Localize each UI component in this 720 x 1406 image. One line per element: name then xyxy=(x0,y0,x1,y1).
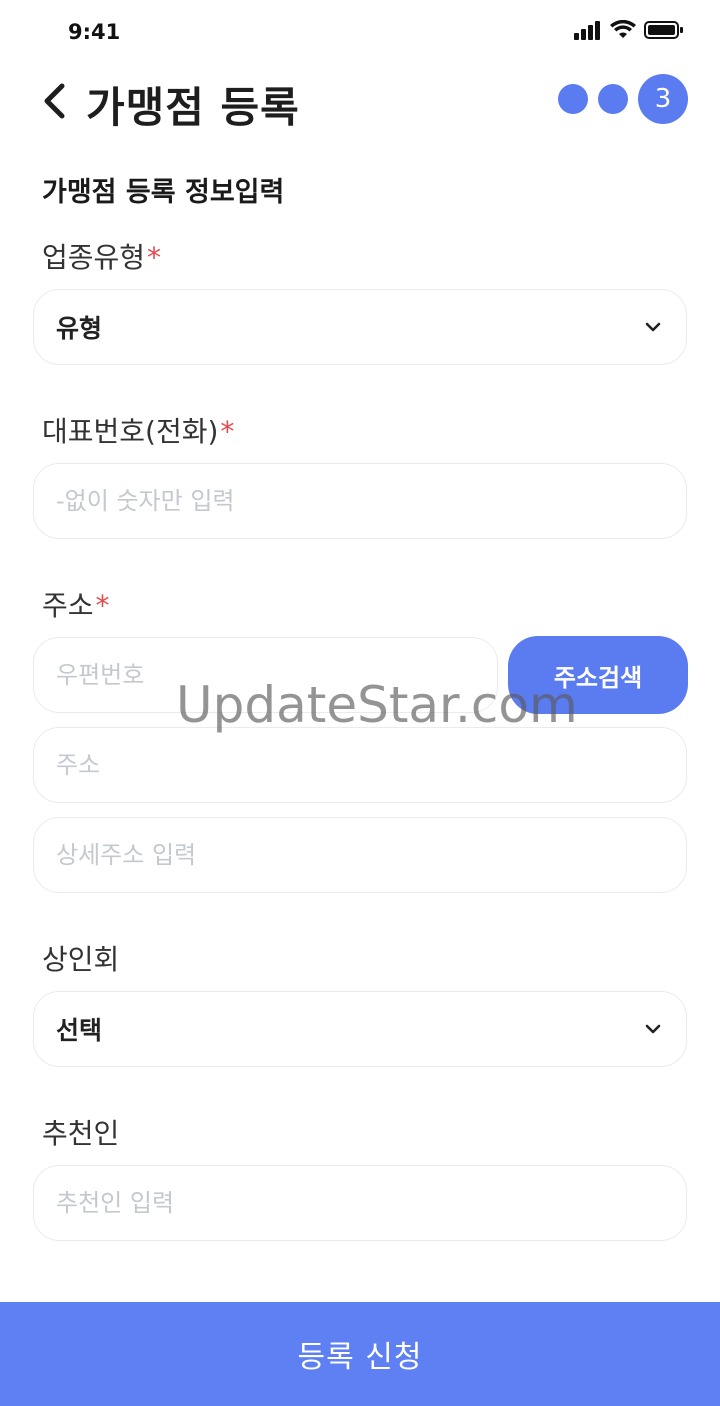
recommender-field[interactable] xyxy=(33,1165,687,1241)
business-type-label: 업종유형* xyxy=(42,236,161,276)
merchant-assoc-label: 상인회 xyxy=(42,943,120,976)
merchant-assoc-select[interactable]: 선택 xyxy=(33,991,687,1067)
step-current: 3 xyxy=(638,74,688,124)
page-title: 가맹점 등록 xyxy=(86,83,300,132)
watermark: UpdateStar.com xyxy=(176,676,578,734)
status-icons xyxy=(574,20,684,40)
section-title: 가맹점 등록 정보입력 xyxy=(42,177,285,208)
cellular-signal-icon xyxy=(574,21,600,40)
battery-icon xyxy=(644,21,683,39)
business-type-value: 유형 xyxy=(56,314,103,343)
required-mark: * xyxy=(95,589,110,622)
address-label-text: 주소 xyxy=(42,589,94,622)
header: 가맹점 등록 3 xyxy=(0,66,720,136)
recommender-input[interactable] xyxy=(56,1189,686,1217)
step-indicator: 3 xyxy=(558,74,688,124)
address-input[interactable] xyxy=(56,751,686,779)
address-field[interactable] xyxy=(33,727,687,803)
status-bar: 9:41 xyxy=(0,0,720,64)
business-type-label-text: 업종유형 xyxy=(42,241,146,274)
address-label: 주소* xyxy=(42,584,110,624)
merchant-assoc-value: 선택 xyxy=(56,1016,103,1045)
submit-button[interactable]: 등록 신청 xyxy=(0,1302,720,1406)
required-mark: * xyxy=(220,415,235,448)
back-button[interactable] xyxy=(36,80,72,122)
required-mark: * xyxy=(147,241,162,274)
step-dot-2 xyxy=(598,84,628,114)
chevron-down-icon xyxy=(642,316,664,338)
phone-field[interactable] xyxy=(33,463,687,539)
status-time: 9:41 xyxy=(68,20,121,44)
phone-label-text: 대표번호(전화) xyxy=(42,415,219,448)
address-detail-input[interactable] xyxy=(56,841,686,869)
chevron-down-icon xyxy=(642,1018,664,1040)
chevron-left-icon xyxy=(44,83,65,119)
phone-input[interactable] xyxy=(56,487,686,515)
address-detail-field[interactable] xyxy=(33,817,687,893)
business-type-select[interactable]: 유형 xyxy=(33,289,687,365)
step-dot-1 xyxy=(558,84,588,114)
wifi-icon xyxy=(610,20,636,38)
recommender-label: 추천인 xyxy=(42,1117,120,1150)
phone-label: 대표번호(전화)* xyxy=(42,410,234,450)
